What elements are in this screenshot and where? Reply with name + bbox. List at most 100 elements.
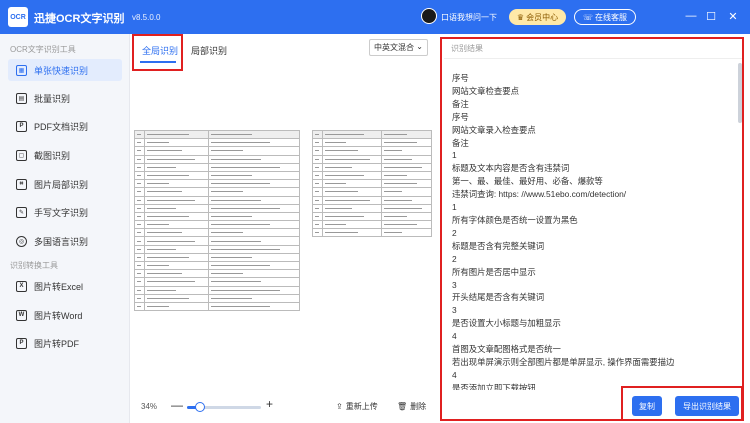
- maximize-button[interactable]: ☐: [703, 8, 719, 24]
- sidebar-item-label: 图片转PDF: [34, 338, 80, 349]
- preview-row: [312, 187, 432, 197]
- sidebar-item-handwriting[interactable]: ✎ 手写文字识别: [8, 201, 122, 223]
- preview-row: [134, 244, 301, 254]
- sidebar-item-single-recognition[interactable]: ▦ 单张快速识别: [8, 59, 122, 81]
- chevron-down-icon: ⌄: [416, 42, 423, 51]
- sidebar-item-label: 截图识别: [34, 150, 71, 161]
- highlight-box-tab: [132, 34, 183, 71]
- preview-row: [134, 260, 301, 271]
- avatar[interactable]: [421, 8, 437, 24]
- preview-row: [312, 179, 432, 189]
- sidebar-item-label: 单张快速识别: [34, 65, 89, 76]
- sidebar-item-to-pdf[interactable]: P 图片转PDF: [8, 332, 122, 354]
- preview-row: [134, 301, 301, 312]
- preview-row: [134, 277, 301, 287]
- preview-row: [312, 220, 432, 230]
- divider: [444, 58, 742, 59]
- tab-partial-recognition[interactable]: 局部识别: [191, 44, 227, 57]
- zoom-level: 34%: [141, 402, 158, 411]
- sidebar-item-label: PDF文档识别: [34, 121, 89, 132]
- result-title: 识别结果: [451, 44, 483, 53]
- preview-row: [134, 146, 301, 156]
- preview-row: [134, 203, 301, 213]
- delete-label: 删除: [410, 402, 427, 411]
- app-version: v8.5.0.0: [132, 13, 161, 22]
- preview-row: [134, 154, 301, 164]
- preview-row: [312, 228, 432, 238]
- preview-row: [312, 154, 432, 164]
- user-name[interactable]: 口语我想问一下: [441, 12, 497, 23]
- sidebar-item-to-excel[interactable]: X 图片转Excel: [8, 275, 122, 297]
- vip-label: 会员中心: [526, 12, 559, 22]
- preview-row: [134, 129, 301, 140]
- preview-row: [312, 146, 432, 156]
- zoom-in-button[interactable]: +: [266, 397, 273, 411]
- preview-table-right: [312, 129, 432, 238]
- globe-icon: ◎: [16, 235, 27, 247]
- sidebar-item-label: 图片转Word: [34, 310, 83, 321]
- preview-row: [134, 228, 301, 238]
- preview-row: [134, 170, 301, 181]
- preview-row: [312, 138, 432, 148]
- excel-icon: X: [16, 280, 27, 292]
- preview-row: [134, 252, 301, 263]
- online-support-button[interactable]: ☏ 在线客服: [574, 9, 636, 25]
- sidebar-item-label: 手写文字识别: [34, 207, 89, 218]
- result-text[interactable]: 序号 网站文章检查要点 备注 序号 网站文章录入检查要点 备注 1 标题及文本内…: [452, 72, 732, 390]
- preview-row: [134, 138, 301, 148]
- preview-row: [312, 170, 432, 181]
- sidebar-item-multilanguage[interactable]: ◎ 多国语言识别: [8, 230, 122, 252]
- zoom-slider-handle[interactable]: [195, 402, 206, 412]
- preview-row: [134, 179, 301, 189]
- close-button[interactable]: ✕: [725, 8, 741, 24]
- trash-icon: 🗑: [397, 402, 408, 411]
- sidebar-item-to-word[interactable]: W 图片转Word: [8, 304, 122, 326]
- section-title-convert-tools: 识别转换工具: [10, 261, 58, 270]
- preview-row: [134, 269, 301, 279]
- document-preview[interactable]: [134, 126, 432, 316]
- sidebar-item-label: 多国语言识别: [34, 236, 89, 247]
- preview-row: [134, 293, 301, 303]
- pdf-doc-icon: P: [16, 120, 27, 132]
- sidebar: OCR文字识别工具 ▦ 单张快速识别 ▤ 批量识别 P PDF文档识别 ▢ 截图…: [0, 34, 130, 423]
- reupload-label: 重新上传: [345, 402, 378, 411]
- pdf-icon: P: [16, 337, 27, 349]
- upload-icon: ⇪: [336, 402, 343, 411]
- preview-row: [134, 285, 301, 295]
- reupload-button[interactable]: ⇪ 重新上传: [336, 401, 378, 412]
- language-value: 中英文混合: [374, 43, 414, 52]
- minimize-button[interactable]: —: [683, 8, 699, 24]
- sidebar-item-label: 图片局部识别: [34, 179, 89, 190]
- title-bar: OCR 迅捷OCR文字识别 v8.5.0.0 口语我想问一下 ♛ 会员中心 ☏ …: [0, 0, 750, 34]
- batch-icon: ▤: [16, 92, 27, 104]
- preview-row: [312, 129, 432, 140]
- headset-icon: ☏: [582, 12, 593, 22]
- export-result-button[interactable]: 导出识别结果: [675, 396, 739, 416]
- sidebar-item-label: 图片转Excel: [34, 281, 84, 292]
- preview-row: [134, 220, 301, 230]
- sidebar-item-screenshot[interactable]: ▢ 截图识别: [8, 144, 122, 166]
- preview-row: [134, 195, 301, 205]
- vip-center-button[interactable]: ♛ 会员中心: [509, 9, 566, 25]
- sidebar-item-label: 批量识别: [34, 93, 71, 104]
- preview-row: [134, 162, 301, 172]
- preview-row: [134, 236, 301, 246]
- image-icon: ▦: [16, 64, 27, 76]
- preview-row: [312, 162, 432, 172]
- delete-button[interactable]: 🗑 删除: [397, 401, 426, 412]
- preview-row: [312, 195, 432, 205]
- preview-row: [134, 187, 301, 197]
- handwriting-icon: ✎: [16, 206, 27, 218]
- preview-row: [312, 211, 432, 222]
- crop-icon: ▢: [16, 149, 27, 161]
- scrollbar[interactable]: [738, 63, 742, 123]
- zoom-out-button[interactable]: —: [171, 398, 183, 412]
- sidebar-item-batch[interactable]: ▤ 批量识别: [8, 87, 122, 109]
- zoom-slider[interactable]: [187, 402, 261, 412]
- language-select[interactable]: 中英文混合 ⌄: [369, 39, 428, 56]
- sidebar-item-partial[interactable]: ⌗ 图片局部识别: [8, 173, 122, 195]
- sidebar-item-pdf[interactable]: P PDF文档识别: [8, 115, 122, 137]
- preview-table-left: [134, 129, 301, 312]
- app-logo: OCR: [8, 7, 28, 27]
- copy-button[interactable]: 复制: [632, 396, 662, 416]
